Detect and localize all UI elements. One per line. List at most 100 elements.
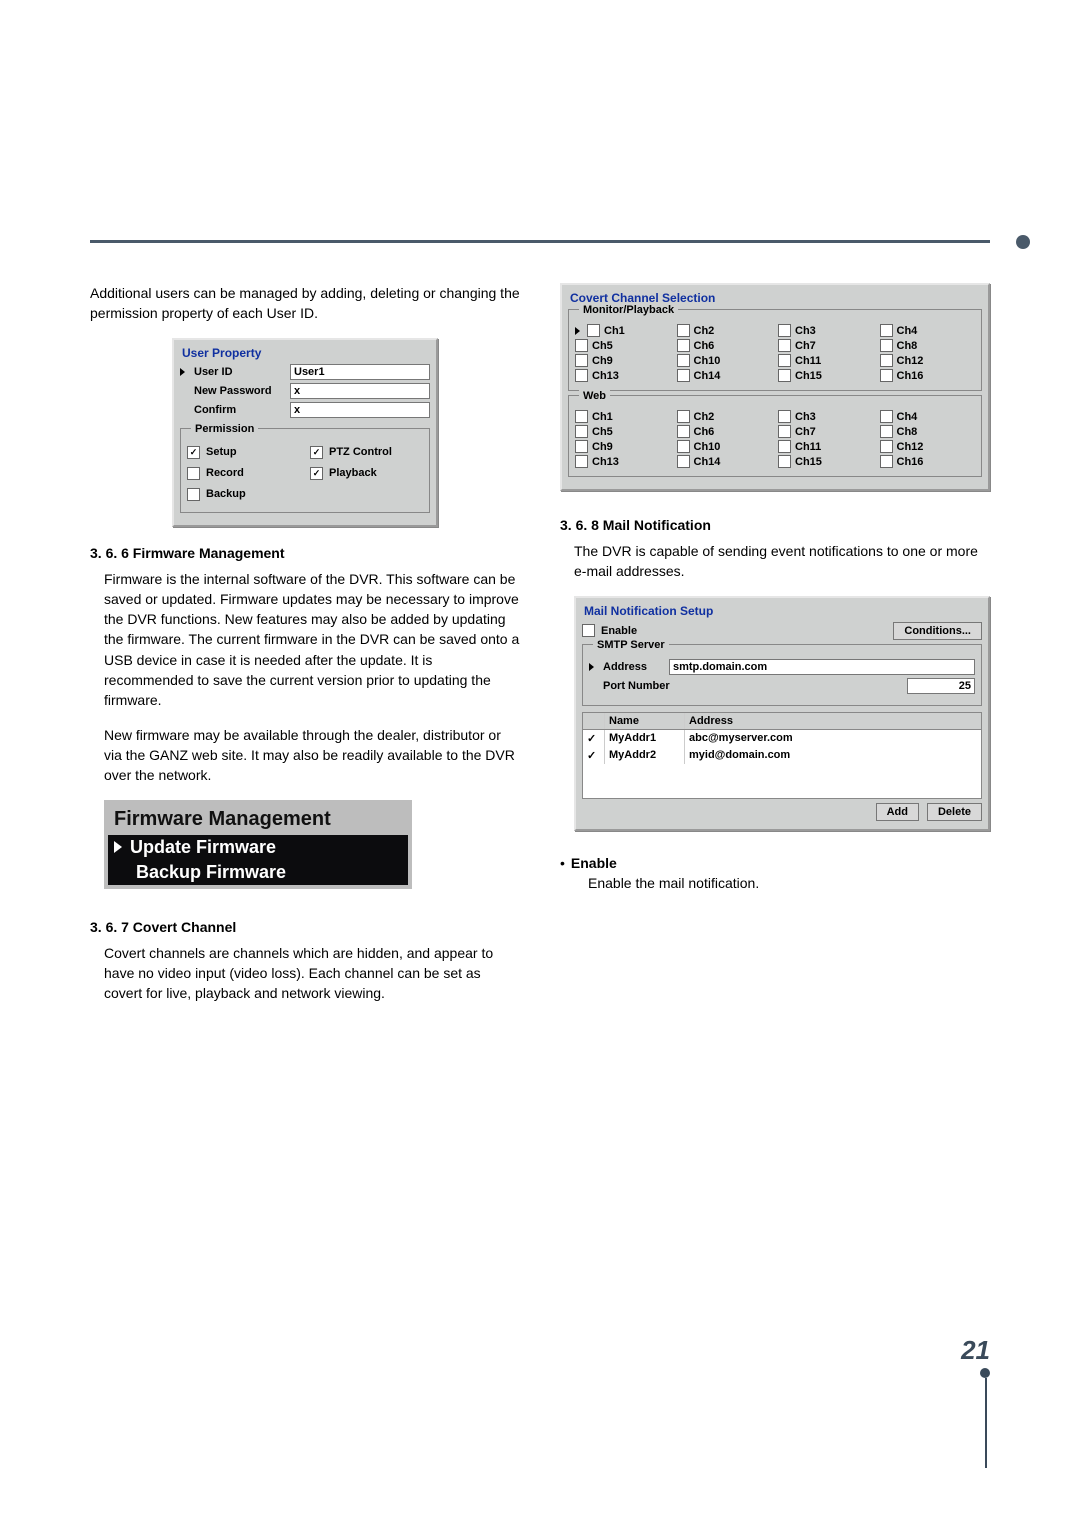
chk-playback[interactable] (310, 467, 323, 480)
caret-icon (114, 841, 122, 853)
chk-web-ch11[interactable] (778, 440, 791, 453)
label-port: Port Number (603, 680, 693, 692)
covert-paragraph: Covert channels are channels which are h… (104, 943, 520, 1004)
delete-button[interactable]: Delete (927, 803, 982, 821)
lbl-ch: Ch13 (592, 370, 619, 382)
chk-web-ch4[interactable] (880, 410, 893, 423)
lbl-ch: Ch4 (897, 325, 918, 337)
lbl-ch: Ch3 (795, 325, 816, 337)
chk-mp-ch2[interactable] (677, 324, 690, 337)
lbl-ch: Ch7 (795, 340, 816, 352)
chk-web-ch2[interactable] (677, 410, 690, 423)
lbl-ch: Ch10 (694, 355, 721, 367)
cell-name: MyAddr2 (605, 747, 685, 764)
chk-web-ch14[interactable] (677, 455, 690, 468)
mail-row[interactable]: ✓ MyAddr2 myid@domain.com (583, 747, 981, 764)
conditions-button[interactable]: Conditions... (893, 622, 982, 640)
lbl-ch: Ch11 (795, 355, 821, 367)
chk-web-ch13[interactable] (575, 455, 588, 468)
firmware-panel-title: Firmware Management (108, 804, 408, 835)
chk-mp-ch15[interactable] (778, 369, 791, 382)
input-port[interactable]: 25 (907, 678, 975, 694)
chk-web-ch10[interactable] (677, 440, 690, 453)
footer-dot-icon (980, 1368, 990, 1378)
cell-check: ✓ (583, 730, 605, 747)
chk-web-ch6[interactable] (677, 425, 690, 438)
lbl-ch: Ch5 (592, 426, 613, 438)
chk-backup[interactable] (187, 488, 200, 501)
perm-setup: Setup (206, 446, 237, 458)
lbl-ch: Ch6 (694, 340, 715, 352)
chk-mp-ch14[interactable] (677, 369, 690, 382)
legend-web: Web (579, 390, 610, 402)
cell-address: myid@domain.com (685, 747, 981, 764)
lbl-ch: Ch7 (795, 426, 816, 438)
caret-icon (575, 327, 580, 335)
chk-mp-ch3[interactable] (778, 324, 791, 337)
heading-firmware: 3. 6. 6 Firmware Management (90, 545, 520, 561)
lbl-ch: Ch15 (795, 456, 822, 468)
cell-name: MyAddr1 (605, 730, 685, 747)
chk-mp-ch11[interactable] (778, 354, 791, 367)
heading-enable: Enable (571, 855, 617, 871)
input-new-password[interactable]: x (290, 383, 430, 399)
chk-record[interactable] (187, 467, 200, 480)
lbl-ch: Ch1 (592, 411, 613, 423)
chk-mp-ch16[interactable] (880, 369, 893, 382)
heading-covert: 3. 6. 7 Covert Channel (90, 919, 520, 935)
chk-mp-ch5[interactable] (575, 339, 588, 352)
col-blank (583, 713, 605, 729)
lbl-ch: Ch8 (897, 426, 918, 438)
chk-web-ch15[interactable] (778, 455, 791, 468)
chk-web-ch5[interactable] (575, 425, 588, 438)
chk-web-ch16[interactable] (880, 455, 893, 468)
chk-mp-ch7[interactable] (778, 339, 791, 352)
chk-ptz[interactable] (310, 446, 323, 459)
lbl-ch: Ch16 (897, 456, 924, 468)
lbl-ch: Ch3 (795, 411, 816, 423)
menu-update-firmware[interactable]: Update Firmware (108, 835, 408, 860)
firmware-p2: New firmware may be available through th… (104, 725, 520, 786)
legend-permission: Permission (191, 423, 258, 435)
mail-row[interactable]: ✓ MyAddr1 abc@myserver.com (583, 730, 981, 747)
chk-enable-mail[interactable] (582, 624, 595, 637)
firmware-panel: Firmware Management Update Firmware Back… (104, 800, 412, 889)
page-footer: 21 (961, 1335, 990, 1468)
chk-mp-ch6[interactable] (677, 339, 690, 352)
chk-mp-ch10[interactable] (677, 354, 690, 367)
user-property-panel: User Property User ID User1 New Password… (172, 338, 438, 527)
lbl-ch: Ch8 (897, 340, 918, 352)
lbl-ch: Ch16 (897, 370, 924, 382)
chk-mp-ch12[interactable] (880, 354, 893, 367)
input-user-id[interactable]: User1 (290, 364, 430, 380)
lbl-ch: Ch13 (592, 456, 619, 468)
label-new-password: New Password (194, 385, 284, 397)
chk-mp-ch4[interactable] (880, 324, 893, 337)
chk-web-ch1[interactable] (575, 410, 588, 423)
chk-web-ch3[interactable] (778, 410, 791, 423)
chk-web-ch9[interactable] (575, 440, 588, 453)
chk-mp-ch8[interactable] (880, 339, 893, 352)
mail-panel-title: Mail Notification Setup (584, 604, 982, 618)
menu-backup-firmware[interactable]: Backup Firmware (108, 860, 408, 885)
lbl-ch: Ch12 (897, 355, 924, 367)
input-smtp-address[interactable]: smtp.domain.com (669, 659, 975, 675)
chk-mp-ch9[interactable] (575, 354, 588, 367)
lbl-ch: Ch5 (592, 340, 613, 352)
chk-web-ch12[interactable] (880, 440, 893, 453)
chk-mp-ch1[interactable] (587, 324, 600, 337)
caret-icon (180, 368, 185, 376)
lbl-ch: Ch9 (592, 441, 613, 453)
chk-mp-ch13[interactable] (575, 369, 588, 382)
chk-web-ch8[interactable] (880, 425, 893, 438)
chk-setup[interactable] (187, 446, 200, 459)
lbl-ch: Ch9 (592, 355, 613, 367)
lbl-ch: Ch12 (897, 441, 924, 453)
label-enable: Enable (601, 625, 637, 637)
lbl-ch: Ch14 (694, 370, 721, 382)
add-button[interactable]: Add (876, 803, 919, 821)
perm-backup: Backup (206, 488, 246, 500)
label-address: Address (603, 661, 663, 673)
chk-web-ch7[interactable] (778, 425, 791, 438)
input-confirm[interactable]: x (290, 402, 430, 418)
